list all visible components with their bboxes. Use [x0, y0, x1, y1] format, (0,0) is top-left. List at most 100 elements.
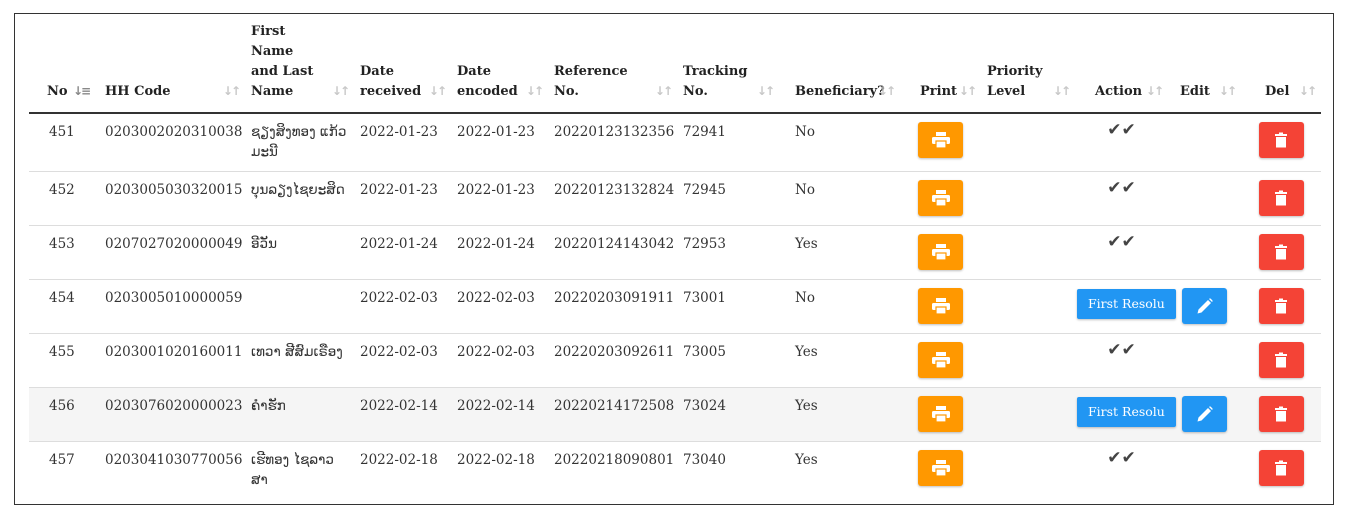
col-header-no[interactable]: No ↓≡: [29, 22, 99, 114]
cell-action: ✔✔: [1075, 113, 1168, 172]
col-header-reference-no[interactable]: Reference No. ↓↑: [548, 22, 677, 114]
sort-icon[interactable]: ↓↑: [223, 81, 241, 101]
trash-icon: [1275, 190, 1287, 205]
cell-tracking-no: 73001: [677, 279, 779, 334]
sort-desc-icon[interactable]: ↓≡: [73, 81, 91, 101]
cell-reference-no: 20220218090801: [554, 451, 675, 468]
cell-date-received: 2022-02-03: [354, 333, 451, 388]
cell-date-received: 2022-02-14: [354, 387, 451, 442]
cell-edit: [1168, 113, 1241, 172]
col-header-priority-level[interactable]: Priority Level ↓↑: [981, 22, 1075, 114]
col-header-date-received[interactable]: Date received ↓↑: [354, 22, 451, 114]
cell-del: [1241, 171, 1321, 226]
col-header-tracking-no[interactable]: Tracking No. ↓↑: [677, 22, 779, 114]
print-button[interactable]: [918, 122, 963, 158]
col-header-date-encoded[interactable]: Date encoded ↓↑: [451, 22, 548, 114]
cell-hh-code: 0203001020160011: [99, 333, 245, 388]
print-button[interactable]: [918, 179, 963, 216]
trash-icon: [1275, 406, 1287, 421]
sort-icon[interactable]: ↓↑: [429, 81, 447, 101]
sort-icon[interactable]: ↓↑: [757, 81, 775, 101]
cell-date-encoded: 2022-01-23: [451, 113, 548, 172]
records-table-panel: No ↓≡ HH Code ↓↑ First Name and Last Name ↓…: [14, 13, 1334, 505]
print-button[interactable]: [918, 233, 963, 270]
cell-date-received: 2022-01-23: [354, 171, 451, 226]
cell-name: ເຮີທອງ ໄຊລາວສາ: [251, 451, 334, 488]
print-button[interactable]: [918, 287, 963, 324]
cell-print: [900, 441, 981, 495]
col-header-beneficiary[interactable]: Beneficiary? ↓↑: [779, 22, 900, 114]
cell-reference-no: 20220203091911: [548, 279, 677, 334]
sort-icon[interactable]: ↓↑: [959, 81, 977, 101]
sort-icon[interactable]: ↓↑: [332, 81, 350, 101]
cell-action: ✔✔: [1075, 333, 1168, 388]
cell-date-received: 2022-01-23: [354, 113, 451, 172]
sort-icon[interactable]: ↓↑: [878, 81, 896, 101]
cell-hh-code: 0203005030320015: [99, 171, 245, 226]
delete-button[interactable]: [1258, 122, 1304, 158]
cell-edit: [1168, 441, 1241, 495]
cell-beneficiary: Yes: [779, 225, 900, 280]
print-button[interactable]: [918, 449, 963, 486]
delete-button[interactable]: [1258, 341, 1304, 378]
cell-date-received: 2022-02-18: [360, 451, 438, 468]
cell-beneficiary: No: [779, 113, 900, 172]
cell-print: [900, 171, 981, 226]
col-header-hh-code[interactable]: HH Code ↓↑: [99, 22, 245, 114]
col-header-del[interactable]: Del ↓↑: [1241, 22, 1321, 114]
delete-button[interactable]: [1258, 287, 1304, 324]
cell-del: [1241, 441, 1321, 495]
cell-beneficiary: No: [779, 171, 900, 226]
cell-name: ເທວາ ສີສົມເຣືອງ: [245, 333, 354, 388]
col-header-print[interactable]: Print ↓↑: [900, 22, 981, 114]
sort-icon[interactable]: ↓↑: [1053, 81, 1071, 101]
cell-name: ບຸນລຽງໄຊຍະສິດ: [245, 171, 354, 226]
cell-no: 453: [29, 225, 99, 280]
trash-icon: [1275, 132, 1287, 148]
cell-priority-level: [981, 225, 1075, 280]
cell-beneficiary: Yes: [795, 451, 818, 468]
cell-del: [1241, 113, 1321, 172]
printer-icon: [931, 189, 950, 206]
col-header-action[interactable]: Action ↓↑: [1075, 22, 1168, 114]
sort-icon[interactable]: ↓↑: [1146, 81, 1164, 101]
cell-priority-level: [981, 113, 1075, 172]
cell-reference-no: 20220123132356: [548, 113, 677, 172]
col-header-edit[interactable]: Edit ↓↑: [1168, 22, 1241, 114]
edit-button[interactable]: [1182, 287, 1227, 324]
col-header-name[interactable]: First Name and Last Name ↓↑: [245, 22, 354, 114]
delete-button[interactable]: [1258, 395, 1304, 432]
cell-date-received: 2022-02-03: [354, 279, 451, 334]
cell-no: 454: [29, 279, 99, 334]
sort-icon[interactable]: ↓↑: [1219, 81, 1237, 101]
cell-del: [1241, 225, 1321, 280]
delete-button[interactable]: [1258, 449, 1304, 486]
table-row: 455 0203001020160011 ເທວາ ສີສົມເຣືອງ 202…: [29, 333, 1321, 388]
sort-icon[interactable]: ↓↑: [655, 81, 673, 101]
first-resolution-button[interactable]: First Resolu: [1077, 396, 1176, 427]
cell-print: [900, 333, 981, 388]
cell-name: [245, 279, 354, 334]
cell-date-encoded: 2022-02-18: [457, 451, 535, 468]
trash-icon: [1275, 244, 1287, 259]
records-table: No ↓≡ HH Code ↓↑ First Name and Last Name ↓…: [29, 22, 1321, 495]
printer-icon: [931, 297, 950, 314]
cell-no: 455: [29, 333, 99, 388]
double-check-icon: ✔✔: [1107, 447, 1136, 468]
cell-no: 451: [29, 113, 99, 172]
sort-icon[interactable]: ↓↑: [1299, 81, 1317, 101]
trash-icon: [1275, 352, 1287, 367]
delete-button[interactable]: [1258, 233, 1304, 270]
sort-icon[interactable]: ↓↑: [526, 81, 544, 101]
cell-tracking-no: 72941: [677, 113, 779, 172]
cell-priority-level: [981, 171, 1075, 226]
print-button[interactable]: [918, 395, 963, 432]
print-button[interactable]: [918, 341, 963, 378]
trash-icon: [1275, 460, 1287, 475]
edit-button[interactable]: [1182, 395, 1227, 432]
cell-tracking-no: 73005: [677, 333, 779, 388]
table-header-row: No ↓≡ HH Code ↓↑ First Name and Last Name ↓…: [29, 22, 1321, 114]
cell-hh-code: 0203041030770056: [105, 451, 243, 468]
delete-button[interactable]: [1258, 179, 1304, 216]
first-resolution-button[interactable]: First Resolu: [1077, 288, 1176, 319]
